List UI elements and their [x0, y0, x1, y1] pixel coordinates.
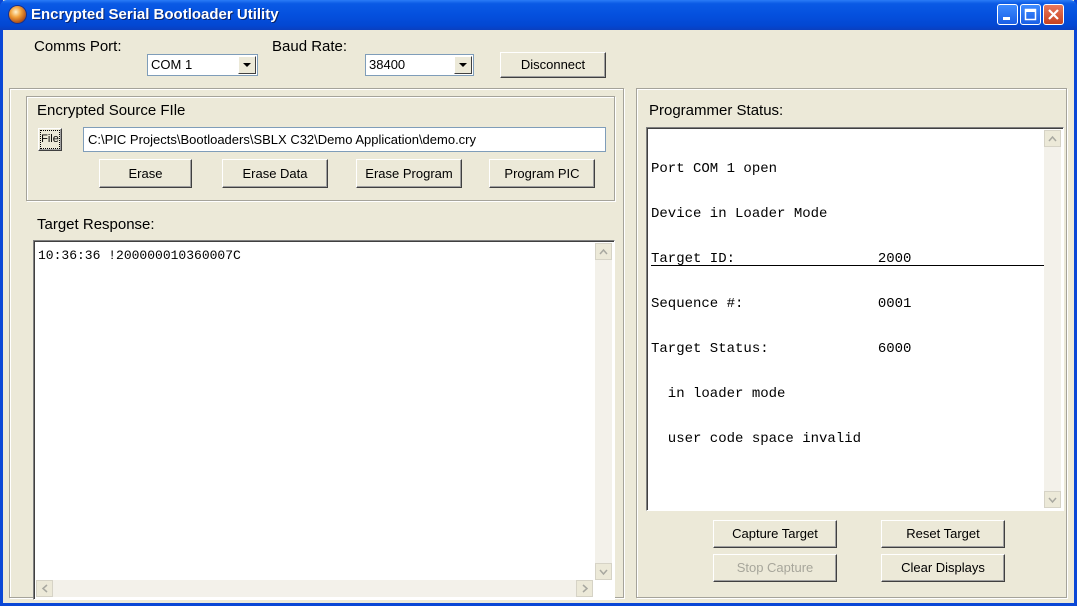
close-icon: [1048, 9, 1059, 20]
scroll-down-icon[interactable]: [1044, 491, 1061, 508]
dropdown-arrow-icon[interactable]: [454, 56, 472, 74]
status-line: Port COM 1 open: [651, 161, 778, 177]
dropdown-arrow-icon[interactable]: [238, 56, 256, 74]
scroll-left-icon[interactable]: [36, 580, 53, 597]
scroll-up-icon[interactable]: [1044, 130, 1061, 147]
source-file-path-field[interactable]: C:\PIC Projects\Bootloaders\SBLX C32\Dem…: [83, 127, 606, 152]
close-button[interactable]: [1043, 4, 1064, 25]
programmer-status-vscrollbar[interactable]: [1044, 130, 1061, 508]
scroll-up-icon[interactable]: [595, 243, 612, 260]
baud-rate-value: 38400: [369, 57, 406, 72]
target-response-hscrollbar[interactable]: [36, 580, 593, 597]
programmer-status-label: Programmer Status:: [649, 102, 784, 119]
stop-capture-button[interactable]: Stop Capture: [713, 554, 837, 582]
target-response-vscrollbar[interactable]: [595, 243, 612, 580]
disconnect-button[interactable]: Disconnect: [500, 52, 606, 78]
clear-displays-button[interactable]: Clear Displays: [881, 554, 1005, 582]
status-divider: [651, 265, 1044, 266]
erase-program-button-label: Erase Program: [365, 166, 453, 181]
clear-displays-button-label: Clear Displays: [901, 560, 985, 575]
browse-file-button-label: File: [40, 130, 60, 149]
maximize-icon: [1024, 8, 1037, 21]
disconnect-button-label: Disconnect: [520, 57, 586, 72]
target-response-label: Target Response:: [37, 216, 155, 233]
maximize-button[interactable]: [1020, 4, 1041, 25]
erase-program-button[interactable]: Erase Program: [356, 159, 462, 188]
baud-rate-label: Baud Rate:: [272, 38, 348, 55]
browse-file-button[interactable]: File: [38, 128, 62, 151]
stop-capture-button-label: Stop Capture: [736, 560, 814, 575]
status-line: Sequence #: 0001: [651, 296, 912, 312]
baud-rate-select[interactable]: 38400: [365, 54, 474, 76]
status-line: user code space invalid: [651, 431, 862, 447]
window-title: Encrypted Serial Bootloader Utility: [31, 6, 279, 23]
source-file-group-label: Encrypted Source FIle: [37, 102, 186, 119]
comms-port-label: Comms Port:: [34, 38, 122, 55]
status-lines: Port COM 1 open Device in Loader Mode Ta…: [651, 132, 911, 477]
comms-port-select[interactable]: COM 1: [147, 54, 258, 76]
source-file-path-value: C:\PIC Projects\Bootloaders\SBLX C32\Dem…: [88, 132, 477, 147]
erase-data-button-label: Erase Data: [242, 166, 308, 181]
title-bar[interactable]: Encrypted Serial Bootloader Utility: [0, 0, 1077, 30]
erase-button-label: Erase: [128, 166, 163, 181]
scroll-down-icon[interactable]: [595, 563, 612, 580]
program-pic-button[interactable]: Program PIC: [489, 159, 595, 188]
minimize-button[interactable]: [997, 4, 1018, 25]
scroll-right-icon[interactable]: [576, 580, 593, 597]
status-line: Target Status: 6000: [651, 341, 912, 357]
capture-target-button[interactable]: Capture Target: [713, 520, 837, 548]
programmer-status-display[interactable]: Port COM 1 open Device in Loader Mode Ta…: [646, 127, 1064, 511]
erase-data-button[interactable]: Erase Data: [222, 159, 328, 188]
program-pic-button-label: Program PIC: [504, 166, 580, 181]
capture-target-button-label: Capture Target: [732, 526, 818, 541]
target-response-log[interactable]: 10:36:36 !200000010360007C: [33, 240, 615, 600]
status-line: Device in Loader Mode: [651, 206, 828, 222]
reset-target-button[interactable]: Reset Target: [881, 520, 1005, 548]
status-line: in loader mode: [651, 386, 786, 402]
minimize-icon: [1003, 17, 1010, 20]
erase-button[interactable]: Erase: [99, 159, 192, 188]
app-icon[interactable]: [9, 6, 26, 23]
comms-port-value: COM 1: [151, 57, 193, 72]
reset-target-button-label: Reset Target: [906, 526, 980, 541]
app-window: Encrypted Serial Bootloader Utility Comm…: [0, 0, 1077, 606]
target-response-line: 10:36:36 !200000010360007C: [38, 248, 241, 263]
